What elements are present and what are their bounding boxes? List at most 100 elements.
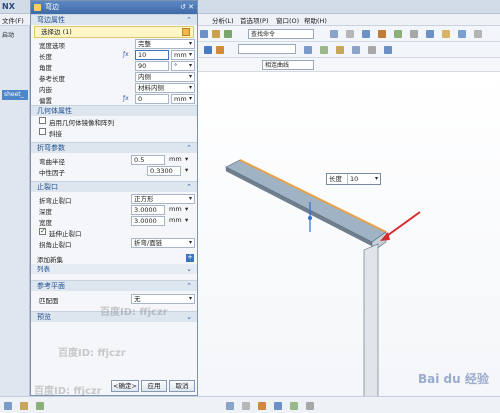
chevron-down-icon[interactable]: ▾ [185,216,188,226]
select-edge-row[interactable]: 选择边 (1) [34,26,194,38]
toolbar-icon[interactable] [224,30,232,38]
menu-help[interactable]: 帮助(H) [304,15,327,25]
section-bend-params[interactable]: 折弯参数 ⌃ [31,142,197,153]
bend-relief-dropdown[interactable]: 正方形 ▾ [131,194,195,204]
toolbar-icon[interactable] [368,46,376,54]
toolbar-icon[interactable] [362,30,370,38]
add-set-label: 添加新集 [37,256,63,264]
toolbar-icon[interactable] [242,402,250,410]
relief-width-unit: mm [169,216,182,224]
match-face-value: 无 [134,295,141,303]
angle-input[interactable]: 90 [135,61,169,71]
part-navigator-tab[interactable]: sheet_ [2,90,28,100]
chevron-down-icon[interactable]: ⌄ [186,264,192,274]
toolbar-icon[interactable] [426,30,434,38]
chevron-up-icon[interactable]: ⌃ [186,281,192,292]
toolbar-icon[interactable] [320,46,328,54]
start-button[interactable]: 启动 [2,30,14,39]
filter-dropdown[interactable] [238,44,296,54]
chevron-down-icon[interactable]: ▾ [185,155,188,165]
toolbar-icon[interactable] [458,30,466,38]
toolbar-icon[interactable] [330,30,338,38]
length-unit: mm [174,51,187,59]
section-geometry[interactable]: 几何体属性 [31,105,197,116]
mirror-checkbox[interactable] [39,117,46,124]
toolbar-icon[interactable] [304,46,312,54]
toolbar-icon[interactable] [200,30,208,38]
toolbar-icon[interactable] [226,402,234,410]
ref-length-dropdown[interactable]: 内侧 ▾ [135,72,195,82]
toolbar-icon[interactable] [36,402,44,410]
formula-icon[interactable]: ƒx [123,50,132,60]
toolbar-icon[interactable] [394,30,402,38]
flange-dialog: 弯边 ↺ ✕ 弯边属性 ⌃ 选择边 (1) 宽度选项 完整 ▾ 长度 ƒx 10 … [30,0,198,396]
menu-window[interactable]: 窗口(O) [276,15,299,25]
formula-icon[interactable]: ƒx [123,94,132,104]
slant-checkbox[interactable] [39,128,46,135]
select-edge-label: 选择边 (1) [41,28,72,36]
chevron-up-icon[interactable]: ⌃ [186,182,192,193]
relief-depth-input[interactable]: 3.0000 [131,205,165,215]
command-finder-input[interactable]: 查找命令 [248,29,314,39]
toolbar-icon[interactable] [216,46,224,54]
toolbar-icon[interactable] [258,402,266,410]
toolbar-icon[interactable] [204,46,212,54]
chevron-down-icon: ▾ [188,51,192,58]
ok-button[interactable]: <确定> [111,380,139,392]
bend-relief-row: 折弯止裂口 正方形 ▾ [31,194,197,205]
toolbar-icon[interactable] [290,402,298,410]
corner-relief-dropdown[interactable]: 折弯/面链 ▾ [131,238,195,248]
length-onscreen-input[interactable]: 长度 10 ▾ [326,173,381,185]
toolbar-icon[interactable] [306,402,314,410]
section-flange-properties[interactable]: 弯边属性 ⌃ [31,14,197,25]
chevron-down-icon[interactable]: ⌄ [186,312,192,323]
chevron-down-icon[interactable]: ▾ [185,205,188,215]
chevron-up-icon[interactable]: ⌃ [186,143,192,154]
chevron-down-icon: ▾ [188,95,192,102]
relief-depth-label: 深度 [39,208,52,216]
cancel-button[interactable]: 取消 [169,380,195,392]
bend-radius-input[interactable]: 0.5 [131,155,165,165]
list-header[interactable]: 列表 ⌄ [31,264,197,274]
offset-unit-dropdown[interactable]: mm ▾ [171,94,195,104]
section-ref-plane[interactable]: 参考平面 ⌃ [31,280,197,291]
apply-button[interactable]: 应用 [141,380,167,392]
dialog-controls[interactable]: ↺ ✕ [180,1,194,14]
angle-unit-dropdown[interactable]: ° ▾ [171,61,195,71]
add-icon[interactable]: + [186,254,194,262]
toolbar-icon[interactable] [384,46,392,54]
menu-analysis[interactable]: 分析(L) [212,15,234,25]
section-preview[interactable]: 预览 ⌄ [31,311,197,322]
section-relief[interactable]: 止裂口 ⌃ [31,181,197,192]
relief-width-input[interactable]: 3.0000 [131,216,165,226]
match-face-dropdown[interactable]: 无 ▾ [131,294,195,304]
menu-file[interactable]: 文件(F) [2,15,24,25]
toolbar-icon[interactable] [212,30,220,38]
toolbar-icon[interactable] [378,30,386,38]
ref-length-row: 参考长度 内侧 ▾ [31,72,197,83]
toolbar-icon[interactable] [442,30,450,38]
offset-input[interactable]: 0 [135,94,169,104]
extend-relief-checkbox[interactable] [39,227,46,235]
graphics-window[interactable] [196,72,500,403]
toolbar-icon[interactable] [336,46,344,54]
dialog-titlebar[interactable]: 弯边 ↺ ✕ [31,1,197,14]
length-unit-dropdown[interactable]: mm ▾ [171,50,195,60]
menu-preferences[interactable]: 首选项(P) [240,15,269,25]
chevron-up-icon[interactable]: ⌃ [186,15,192,26]
curve-rule-dropdown[interactable]: 相连曲线 [262,60,314,70]
width-option-dropdown[interactable]: 完整 ▾ [135,39,195,49]
neutral-factor-input[interactable]: 0.3300 [147,166,181,176]
chevron-down-icon[interactable]: ▾ [185,166,188,176]
toolbar-icon[interactable] [4,402,12,410]
toolbar-icon[interactable] [410,30,418,38]
edge-select-icon[interactable] [182,28,190,36]
length-input[interactable]: 10 [135,50,169,60]
toolbar-icon[interactable] [346,30,354,38]
inset-dropdown[interactable]: 材料内侧 ▾ [135,83,195,93]
chevron-down-icon[interactable]: ▾ [375,174,378,184]
toolbar-icon[interactable] [474,30,482,38]
toolbar-icon[interactable] [352,46,360,54]
toolbar-icon[interactable] [274,402,282,410]
toolbar-icon[interactable] [20,402,28,410]
